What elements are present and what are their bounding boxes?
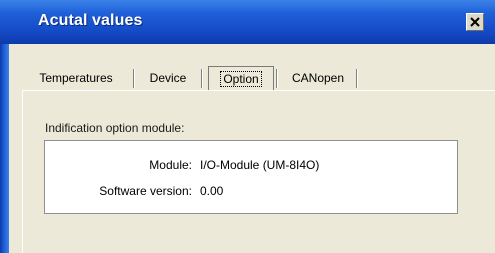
- window-title: Acutal values: [38, 12, 143, 29]
- option-module-info-box: Module: I/O-Module (UM-8I4O) Software ve…: [44, 140, 458, 214]
- tab-option[interactable]: Option: [208, 66, 274, 90]
- tab-temperatures-label: Temperatures: [39, 71, 113, 85]
- title-bar[interactable]: Acutal values: [0, 0, 495, 44]
- software-version-key: Software version:: [99, 184, 192, 198]
- window-left-border: [0, 44, 9, 253]
- tab-option-label: Option: [220, 70, 262, 87]
- option-module-group-label: Indification option module:: [45, 121, 185, 135]
- tab-device-label: Device: [149, 71, 187, 85]
- module-value: I/O-Module (UM-8I4O): [200, 158, 320, 172]
- close-icon: [470, 17, 480, 27]
- tab-canopen[interactable]: CANopen: [282, 66, 354, 90]
- close-button[interactable]: [466, 13, 484, 31]
- software-version-value: 0.00: [200, 184, 224, 198]
- tab-temperatures[interactable]: Temperatures: [28, 66, 124, 90]
- tab-separator: [276, 69, 278, 88]
- tab-canopen-label: CANopen: [291, 71, 345, 85]
- tab-separator: [201, 69, 203, 88]
- tab-device[interactable]: Device: [140, 66, 196, 90]
- dialog-window: Acutal values Temperatures Device Option…: [0, 0, 495, 253]
- tab-separator: [356, 69, 358, 88]
- module-key: Module:: [149, 158, 192, 172]
- tab-separator: [133, 69, 135, 88]
